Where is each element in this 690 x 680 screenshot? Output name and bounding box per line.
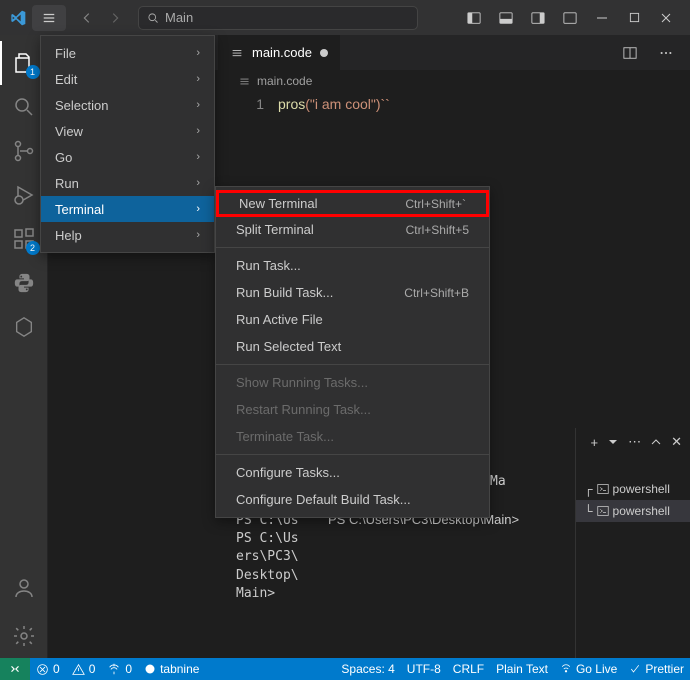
submenu-terminate-task: Terminate Task... [216,423,489,450]
search-label: Main [165,10,193,25]
menu-file[interactable]: File› [41,40,214,66]
split-editor-icon[interactable] [614,38,646,68]
terminal-chevron-down-icon[interactable] [608,437,618,447]
menu-help[interactable]: Help› [41,222,214,248]
submenu-configure-default-build-task[interactable]: Configure Default Build Task... [216,486,489,513]
menu-selection[interactable]: Selection› [41,92,214,118]
menu-go[interactable]: Go› [41,144,214,170]
tab-modified-dot-icon [320,49,328,57]
tab-filename: main.code [252,45,312,60]
layout-panel-bottom-icon[interactable] [490,3,522,33]
terminal-tabs-sidebar: + ⋯ ✕ ┌powershell └powershell [575,428,690,658]
vscode-logo [8,8,28,28]
status-warnings[interactable]: 0 [66,658,102,680]
terminal-close-icon[interactable]: ✕ [671,434,682,450]
status-spaces[interactable]: Spaces: 4 [335,658,400,680]
status-language[interactable]: Plain Text [490,658,554,680]
status-remote-button[interactable] [0,658,30,680]
main-menu: File› Edit› Selection› View› Go› Run› Te… [40,35,215,253]
nav-forward-button[interactable] [102,5,128,31]
terminal-tab-1[interactable]: ┌powershell [576,478,690,500]
submenu-restart-running-task: Restart Running Task... [216,396,489,423]
menu-run[interactable]: Run› [41,170,214,196]
status-errors[interactable]: 0 [30,658,66,680]
close-button[interactable] [650,3,682,33]
submenu-new-terminal[interactable]: New TerminalCtrl+Shift+` [216,190,489,217]
activity-settings[interactable] [0,614,48,658]
explorer-badge: 1 [26,65,40,79]
status-prettier[interactable]: Prettier [623,658,690,680]
status-eol[interactable]: CRLF [447,658,490,680]
terminal-left-pane[interactable]: PS C:\Us PS C:\Us ers\PC3\ Desktop\ Main… [228,498,320,658]
activity-hexagon[interactable] [0,305,48,349]
layout-customize-icon[interactable] [554,3,586,33]
submenu-run-build-task[interactable]: Run Build Task...Ctrl+Shift+B [216,279,489,306]
terminal-maximize-icon[interactable] [651,437,661,447]
layout-sidebar-left-icon[interactable] [458,3,490,33]
terminal-submenu: New TerminalCtrl+Shift+` Split TerminalC… [215,186,490,518]
submenu-show-running-tasks: Show Running Tasks... [216,369,489,396]
activity-account[interactable] [0,566,48,610]
nav-arrows [74,5,128,31]
menu-terminal[interactable]: Terminal› [41,196,214,222]
submenu-configure-tasks[interactable]: Configure Tasks... [216,459,489,486]
extensions-badge: 2 [26,241,40,255]
status-tabnine[interactable]: tabnine [138,658,205,680]
hamburger-menu-button[interactable] [32,5,66,31]
status-golive[interactable]: Go Live [554,658,623,680]
maximize-button[interactable] [618,3,650,33]
editor-tab[interactable]: main.code [218,35,341,70]
menu-edit[interactable]: Edit› [41,66,214,92]
nav-back-button[interactable] [74,5,100,31]
status-bar: 0 0 0 tabnine Spaces: 4 UTF-8 CRLF Plain… [0,658,690,680]
submenu-run-selected-text[interactable]: Run Selected Text [216,333,489,360]
layout-sidebar-right-icon[interactable] [522,3,554,33]
terminal-more-icon[interactable]: ⋯ [628,434,641,450]
more-actions-icon[interactable] [650,38,682,68]
submenu-run-active-file[interactable]: Run Active File [216,306,489,333]
activity-python[interactable] [0,261,48,305]
submenu-split-terminal[interactable]: Split TerminalCtrl+Shift+5 [216,216,489,243]
terminal-tab-2[interactable]: └powershell [576,500,690,522]
command-center-search[interactable]: Main [138,6,418,30]
minimize-button[interactable] [586,3,618,33]
terminal-new-icon[interactable]: + [591,435,599,450]
submenu-run-task[interactable]: Run Task... [216,252,489,279]
status-encoding[interactable]: UTF-8 [401,658,447,680]
menu-view[interactable]: View› [41,118,214,144]
status-ports[interactable]: 0 [101,658,138,680]
title-bar: Main [0,0,690,35]
breadcrumb-file: main.code [257,74,312,88]
terminal-truncated-text: Ma [490,474,506,489]
